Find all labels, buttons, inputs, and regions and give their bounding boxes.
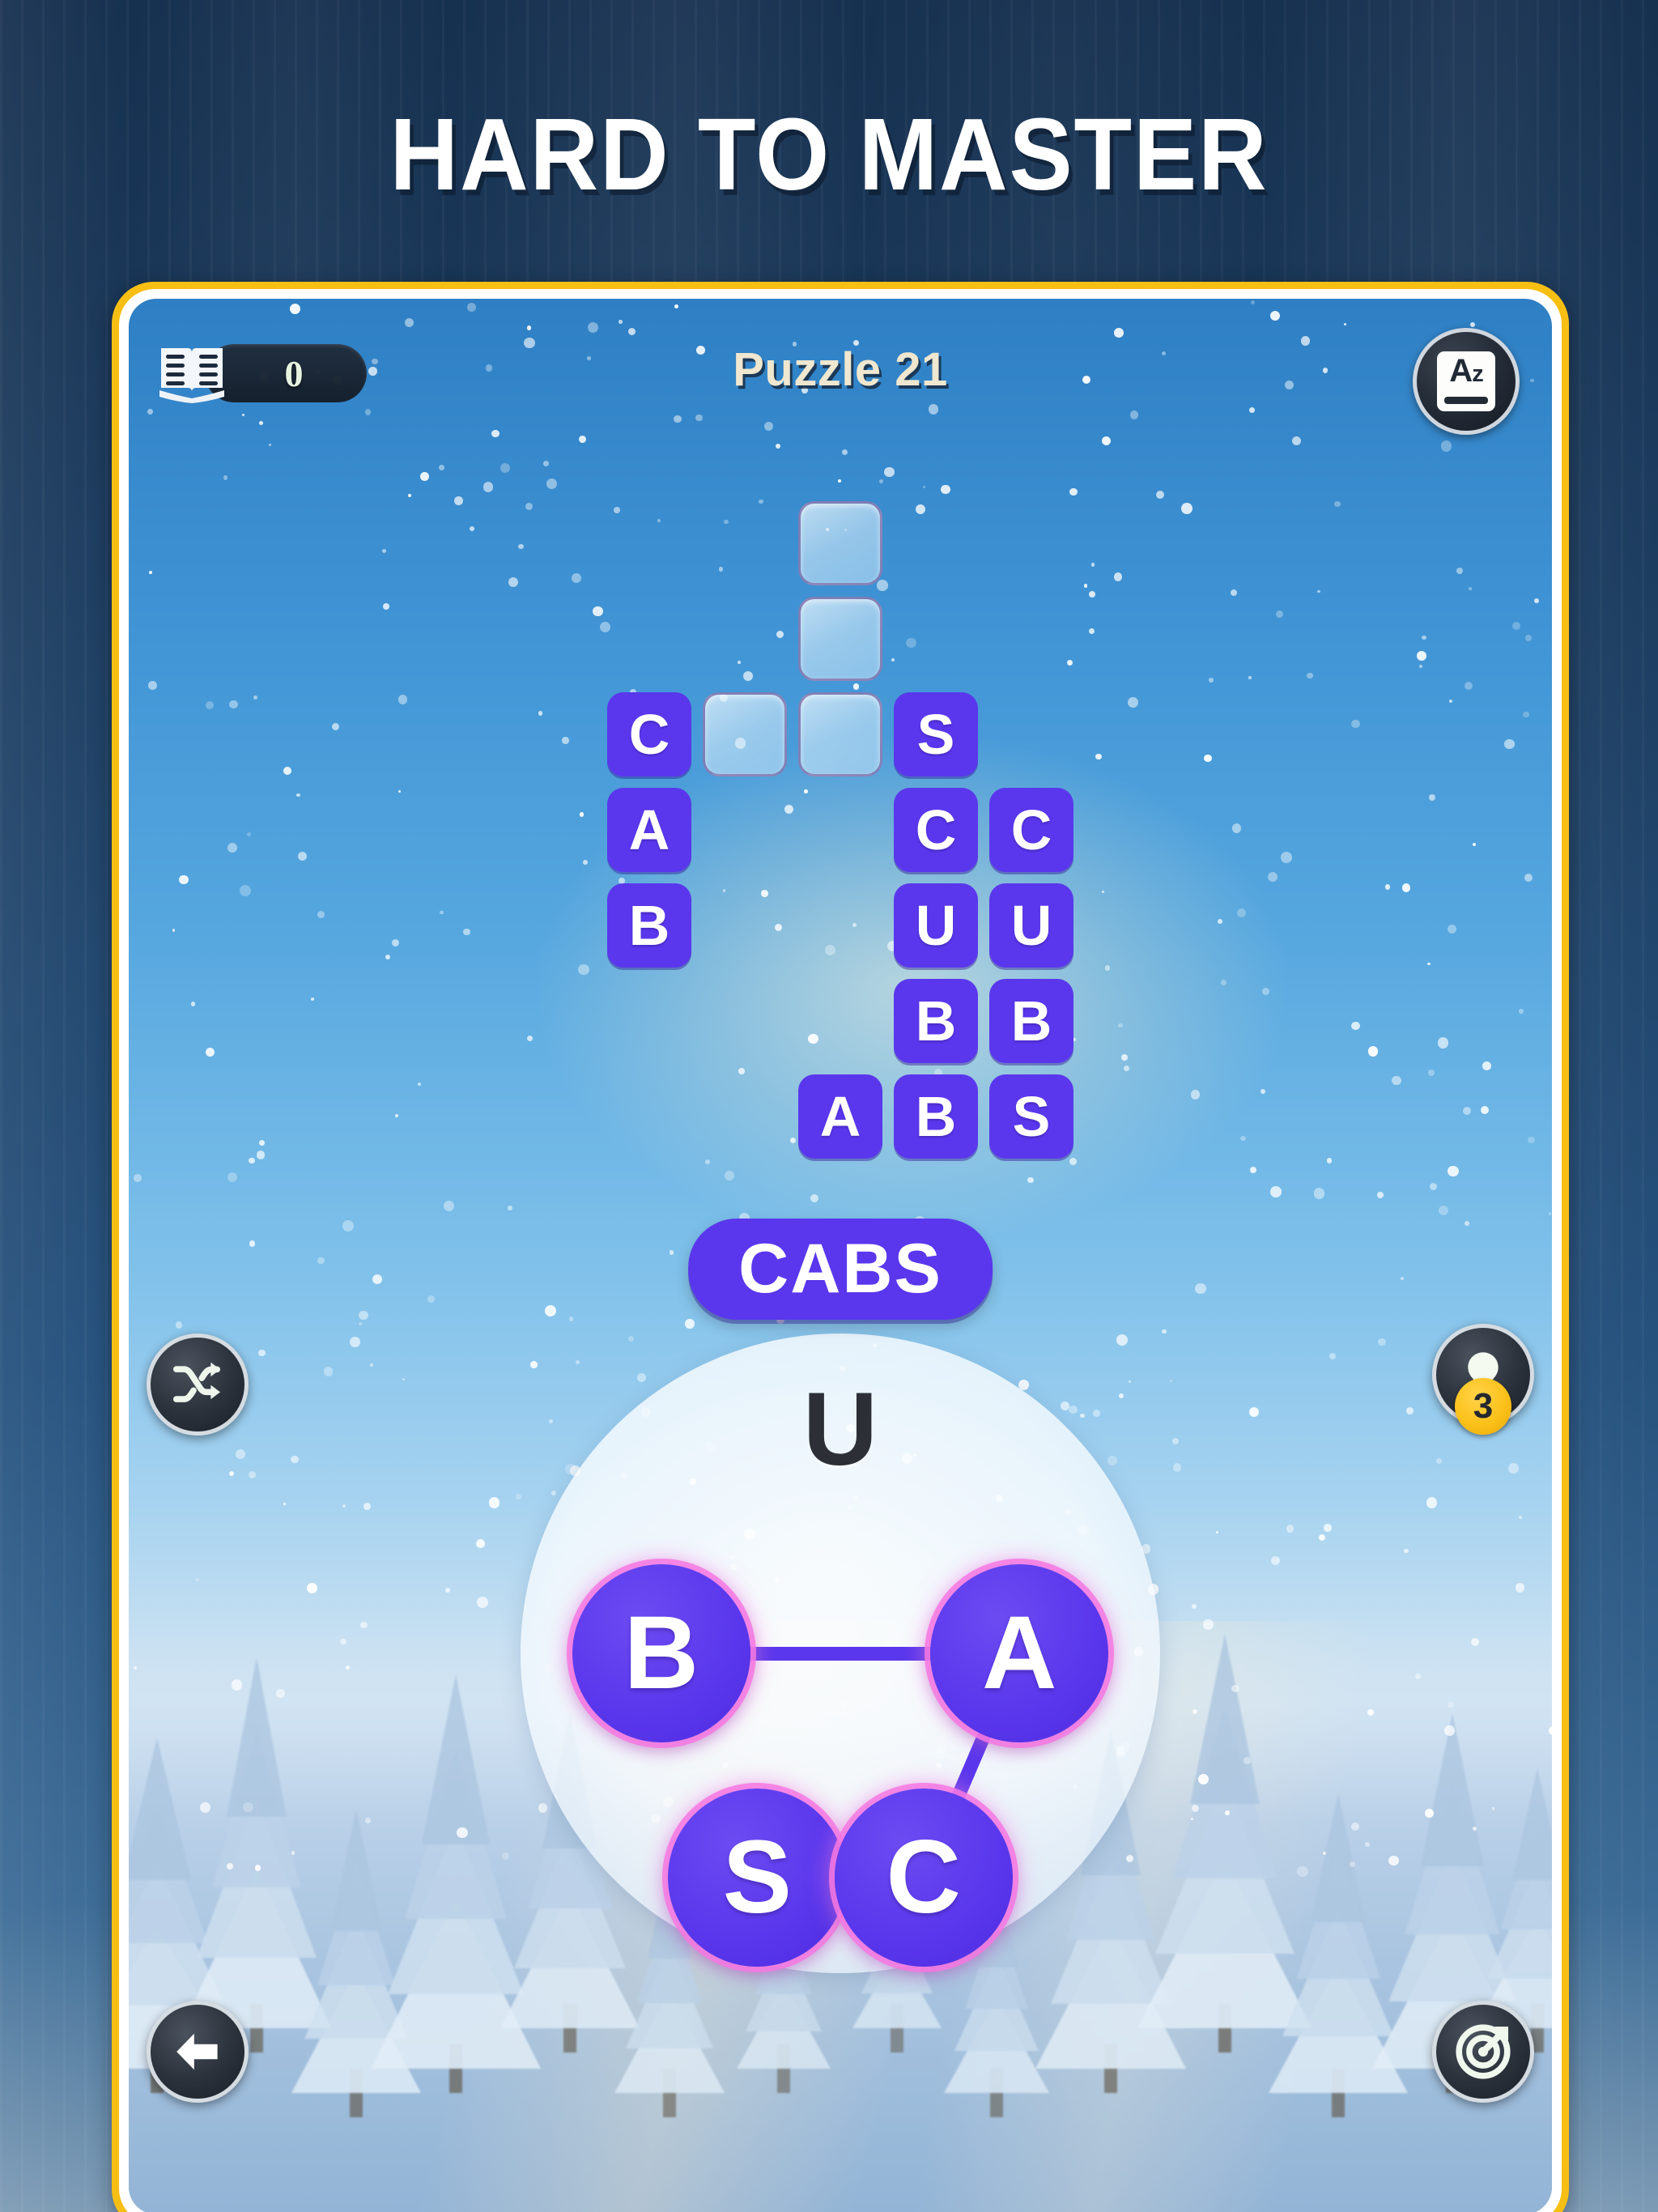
letter-wheel-node-u[interactable]: U [751, 1341, 929, 1519]
grid-cell-blank [894, 501, 978, 585]
crossword-grid: CSACCBUUBBABS [607, 501, 1073, 1159]
az-dictionary-icon: Az [1437, 351, 1495, 411]
app-root: HARD TO MASTER 0 Puzzle 21 Az C S A C C … [0, 0, 1658, 2212]
shuffle-icon [172, 1362, 220, 1402]
grid-cell-letter: B [607, 883, 691, 968]
grid-cell-blank [798, 883, 882, 968]
puzzle-label: Puzzle 21 [733, 343, 948, 396]
game-panel-inner-border: 0 Puzzle 21 Az CSACCBUUBBABS CABS UBASC [119, 289, 1562, 2212]
grid-cell-empty [798, 597, 882, 681]
grid-cell-letter: C [607, 692, 691, 776]
letter-wheel-node-c[interactable]: C [834, 1788, 1013, 1967]
grid-cell-empty [798, 501, 882, 585]
hint-button[interactable]: 3 [1432, 1324, 1534, 1435]
target-icon [1456, 2024, 1511, 2079]
grid-cell-blank [703, 979, 787, 1063]
grid-cell-letter: C [894, 788, 978, 872]
grid-cell-letter: U [989, 883, 1073, 968]
target-button[interactable] [1432, 2001, 1534, 2103]
grid-cell-blank [607, 979, 691, 1063]
grid-cell-letter: B [989, 979, 1073, 1063]
grid-cell-blank [703, 1074, 787, 1159]
grid-cell-blank [989, 501, 1073, 585]
arrow-left-icon [176, 2033, 218, 2070]
current-word-bubble: CABS [688, 1219, 993, 1320]
grid-cell-blank [607, 501, 691, 585]
grid-cell-letter: C [989, 788, 1073, 872]
grid-cell-blank [798, 788, 882, 872]
az-letter-z: z [1472, 361, 1483, 387]
page-title: HARD TO MASTER [389, 97, 1269, 211]
grid-cell-blank [703, 597, 787, 681]
dictionary-button[interactable]: Az [1413, 328, 1520, 435]
letter-wheel-node-b[interactable]: B [572, 1564, 750, 1742]
grid-cell-blank [607, 597, 691, 681]
grid-cell-letter: B [894, 1074, 978, 1159]
grid-cell-blank [703, 883, 787, 968]
game-panel: 0 Puzzle 21 Az CSACCBUUBBABS CABS UBASC [129, 299, 1552, 2212]
grid-cell-empty [798, 692, 882, 776]
grid-cell-letter: A [607, 788, 691, 872]
grid-cell-letter: A [798, 1074, 882, 1159]
grid-cell-letter: S [989, 1074, 1073, 1159]
game-header: 0 Puzzle 21 Az [129, 328, 1552, 438]
game-panel-frame: 0 Puzzle 21 Az CSACCBUUBBABS CABS UBASC [112, 282, 1569, 2212]
letter-wheel-node-s[interactable]: S [668, 1788, 847, 1967]
grid-cell-letter: U [894, 883, 978, 968]
letter-wheel-node-a[interactable]: A [930, 1564, 1109, 1742]
letter-wheel[interactable]: UB ASC [521, 1334, 1160, 1973]
grid-cell-blank [894, 597, 978, 681]
grid-cell-blank [607, 1074, 691, 1159]
grid-cell-letter: S [894, 692, 978, 776]
grid-cell-blank [703, 501, 787, 585]
grid-cell-blank [989, 692, 1073, 776]
grid-cell-blank [798, 979, 882, 1063]
back-button[interactable] [147, 2001, 249, 2103]
grid-cell-letter: B [894, 979, 978, 1063]
grid-cell-empty [703, 692, 787, 776]
shuffle-button[interactable] [147, 1334, 249, 1436]
grid-cell-blank [989, 597, 1073, 681]
grid-cell-blank [703, 788, 787, 872]
open-book-icon [159, 348, 224, 403]
az-letter-a: A [1449, 353, 1473, 389]
hint-count-badge: 3 [1455, 1378, 1511, 1435]
